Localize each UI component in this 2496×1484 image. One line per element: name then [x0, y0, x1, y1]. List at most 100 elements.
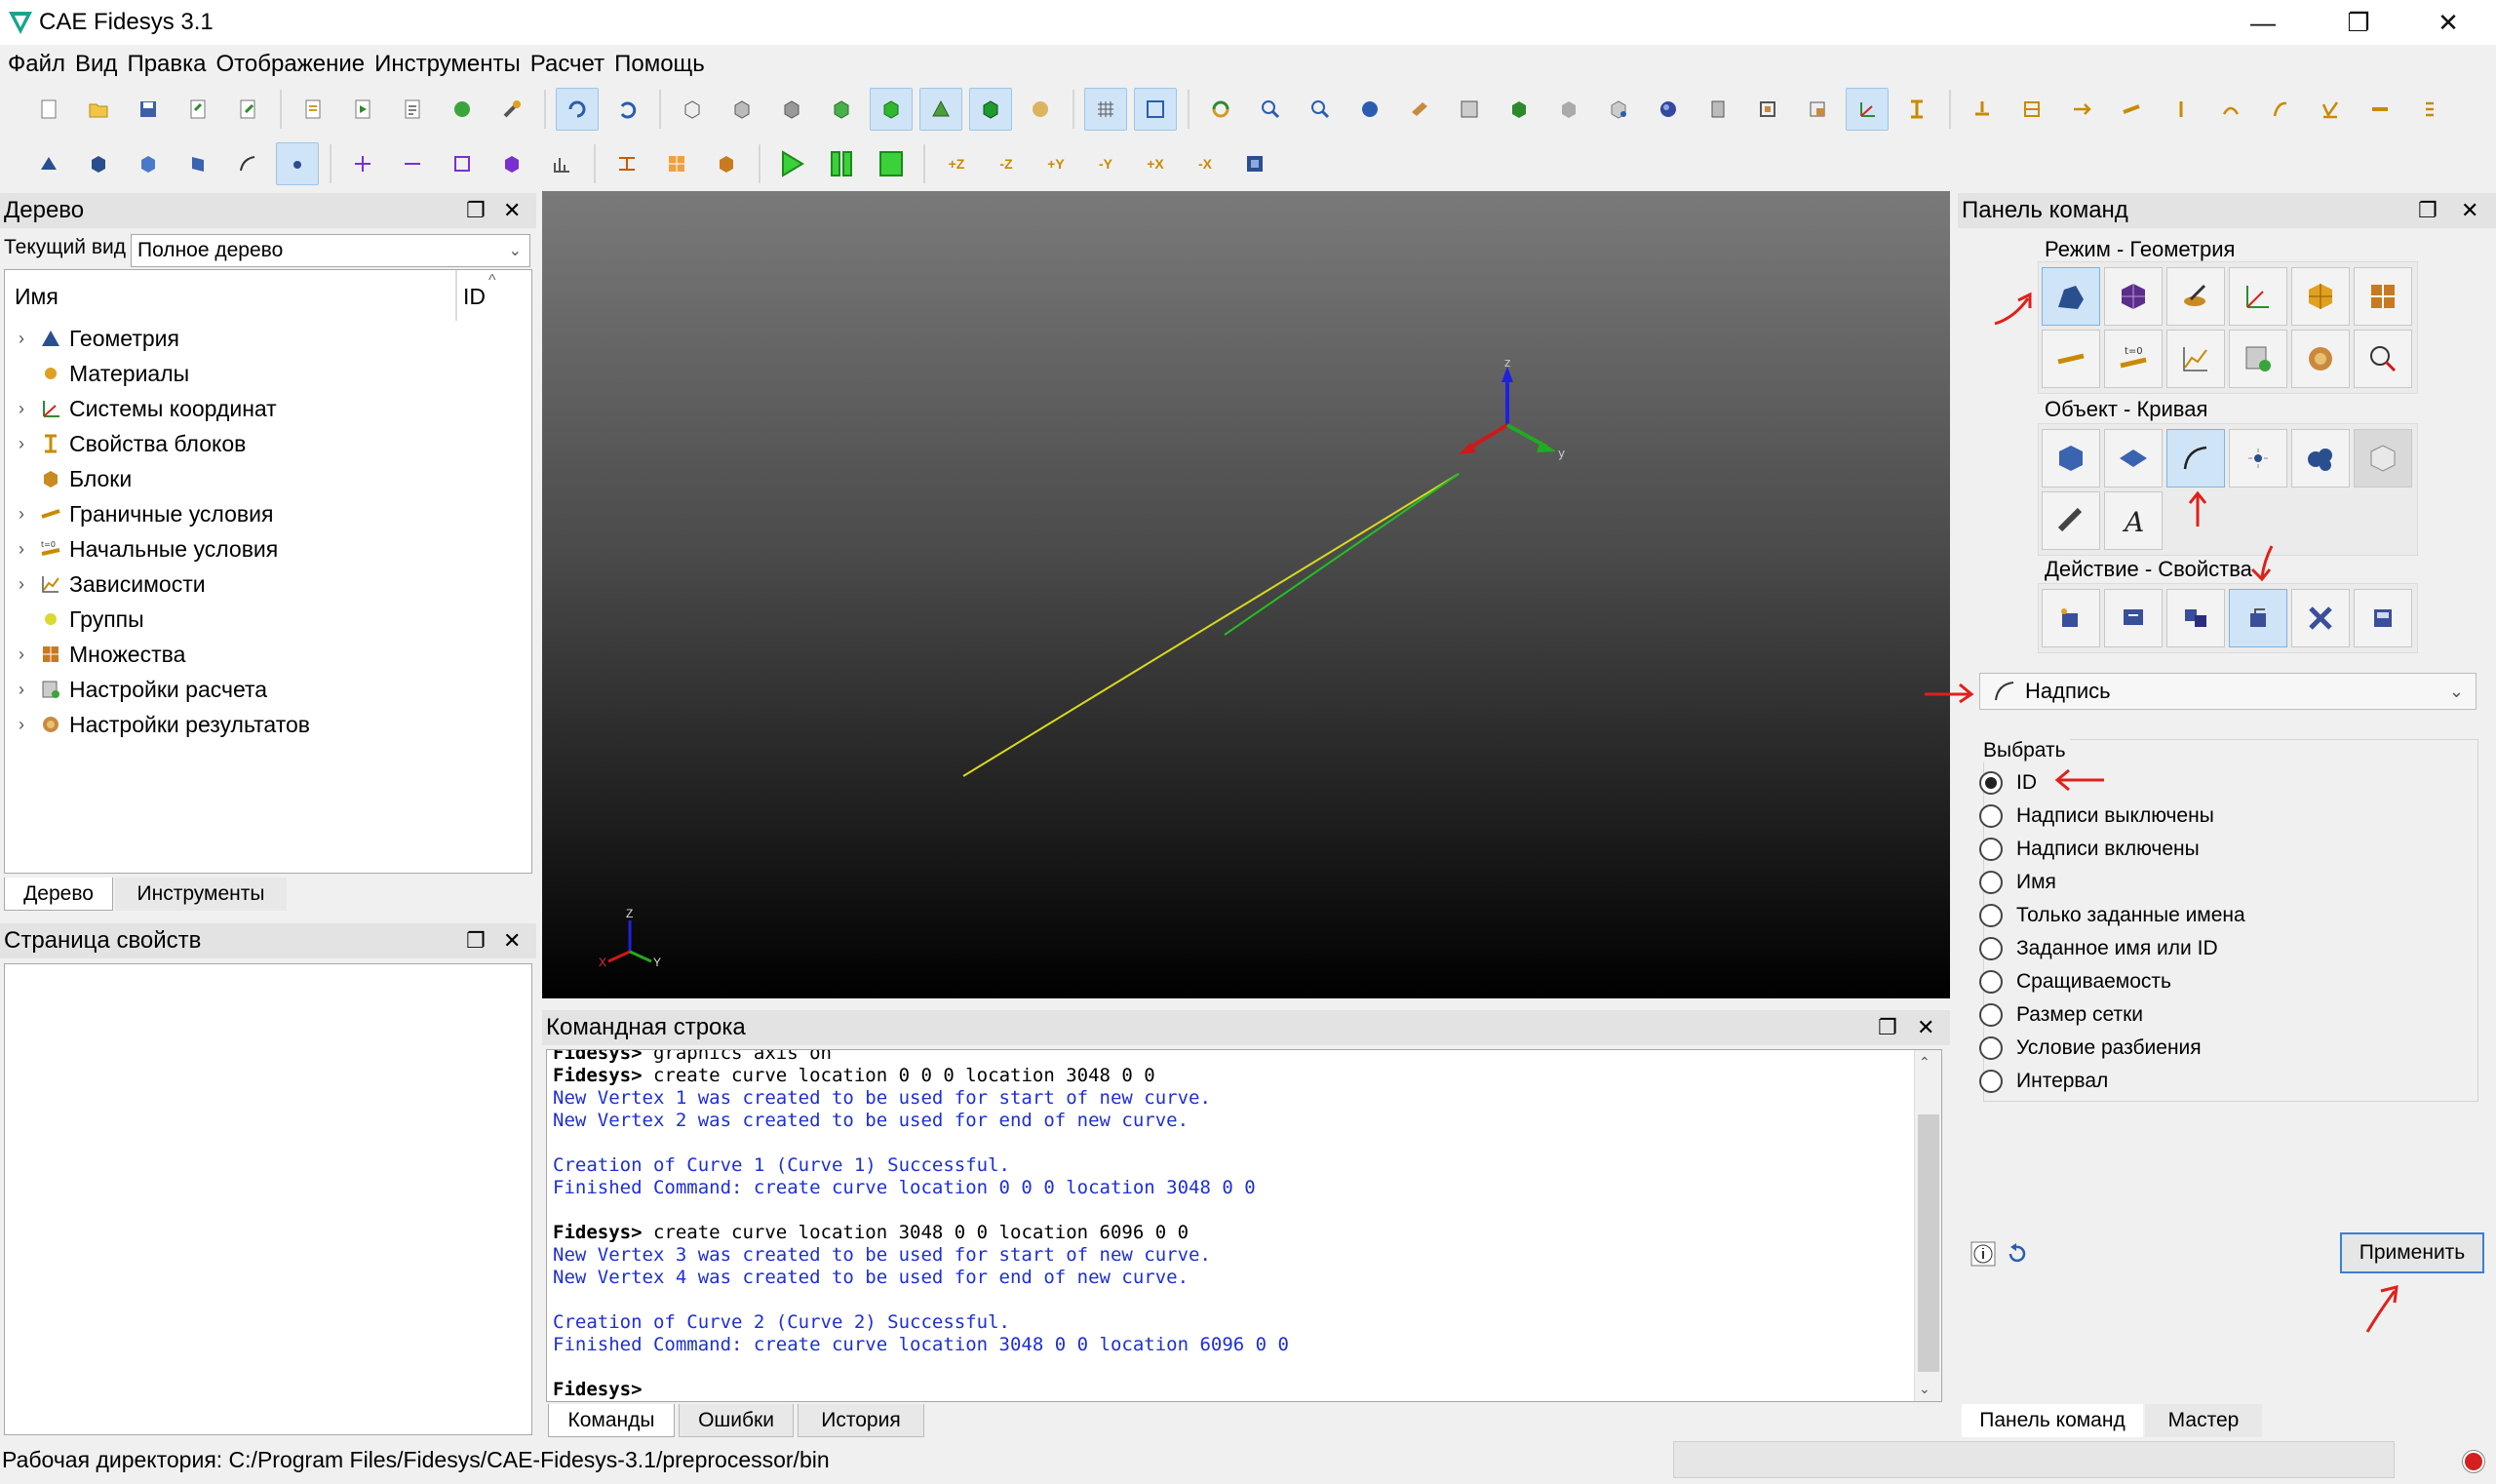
tab-tree[interactable]: Дерево: [4, 878, 113, 911]
export-button[interactable]: [226, 88, 269, 131]
undo-view-button[interactable]: [605, 88, 648, 131]
results-view-button[interactable]: [1647, 88, 1690, 131]
radio-button[interactable]: [1979, 1070, 2003, 1093]
mesh-button[interactable]: [705, 142, 748, 185]
close-button[interactable]: ✕: [2414, 0, 2482, 45]
mesh-scheme-button[interactable]: [655, 142, 698, 185]
view-plus-z-button[interactable]: +Z: [935, 142, 978, 185]
radio-labels-on[interactable]: Надписи включены: [1979, 833, 2200, 866]
menu-view[interactable]: Вид: [75, 51, 127, 78]
apply-button[interactable]: Применить: [2340, 1232, 2484, 1273]
axis-button[interactable]: [1846, 88, 1889, 131]
node-view-button[interactable]: [1597, 88, 1640, 131]
radio-mesh-size[interactable]: Размер сетки: [1979, 998, 2143, 1032]
scroll-up-icon[interactable]: ⌃: [1919, 1054, 1930, 1071]
pause-button[interactable]: [820, 142, 863, 185]
menu-edit[interactable]: Правка: [127, 51, 215, 78]
console-scrollbar[interactable]: ⌃ ⌄: [1914, 1050, 1941, 1401]
menu-help[interactable]: Помощь: [614, 51, 715, 78]
bc-heat-flux-button[interactable]: [2259, 88, 2302, 131]
vertex-button[interactable]: [276, 142, 319, 185]
command-panel-float-button[interactable]: ❐: [2418, 193, 2438, 228]
tree-item-analysis-settings[interactable]: › Настройки расчета: [19, 672, 267, 707]
mode-mesh-button[interactable]: [2104, 267, 2163, 326]
expand-arrow-icon[interactable]: ›: [19, 329, 40, 349]
action-delete-button[interactable]: [2291, 589, 2350, 647]
minimize-button[interactable]: —: [2229, 0, 2297, 45]
bc-temperature-button[interactable]: [2209, 88, 2252, 131]
radio-button[interactable]: [1979, 904, 2003, 927]
tree-close-button[interactable]: ✕: [503, 193, 521, 228]
mode-material-button[interactable]: [2166, 267, 2225, 326]
script-button[interactable]: [292, 88, 334, 131]
tree-item-dependencies[interactable]: › Зависимости: [19, 566, 206, 602]
radio-button[interactable]: [1979, 871, 2003, 894]
tree-item-initial-conditions[interactable]: › t=0 Начальные условия: [19, 531, 278, 566]
action-properties-button[interactable]: [2229, 589, 2287, 647]
bar-chart-button[interactable]: [540, 142, 583, 185]
run-button[interactable]: [770, 142, 813, 185]
action-modify-button[interactable]: [2104, 589, 2163, 647]
play-script-button[interactable]: [341, 88, 384, 131]
hidden-line-button[interactable]: [919, 88, 962, 131]
tree-item-sets[interactable]: › Множества: [19, 637, 185, 672]
reset-icon[interactable]: [2003, 1240, 2030, 1268]
mesh-size-button[interactable]: [605, 142, 648, 185]
curve-2[interactable]: [962, 473, 1460, 777]
command-panel-close-button[interactable]: ✕: [2461, 193, 2478, 228]
radio-button[interactable]: [1979, 838, 2003, 861]
console-output[interactable]: Fidesys> graphics axis on Fidesys> create…: [546, 1049, 1942, 1402]
radio-name[interactable]: Имя: [1979, 866, 2056, 899]
view-minus-z-button[interactable]: -Z: [985, 142, 1028, 185]
volume-button[interactable]: [77, 142, 120, 185]
graphics-viewport[interactable]: z y Z Y X: [542, 191, 1950, 998]
menu-tools[interactable]: Инструменты: [374, 51, 530, 78]
info-icon[interactable]: [1970, 1240, 1997, 1268]
brick-button[interactable]: [490, 142, 533, 185]
surface-button[interactable]: [127, 142, 170, 185]
radio-button[interactable]: [1979, 804, 2003, 828]
expand-arrow-icon[interactable]: ›: [19, 644, 40, 665]
tree-item-groups[interactable]: Группы: [19, 602, 144, 637]
mode-geometry-button[interactable]: [2042, 267, 2100, 326]
radio-interval[interactable]: Интервал: [1979, 1065, 2108, 1098]
probe-button[interactable]: [1895, 88, 1938, 131]
properties-close-button[interactable]: ✕: [503, 923, 521, 958]
radio-button[interactable]: [1979, 937, 2003, 960]
scroll-down-icon[interactable]: ⌄: [1919, 1381, 1930, 1397]
expand-arrow-icon[interactable]: ›: [19, 399, 40, 419]
console-close-button[interactable]: ✕: [1917, 1010, 1934, 1045]
view-box-button[interactable]: [1233, 142, 1276, 185]
menu-calculation[interactable]: Расчет: [530, 51, 614, 78]
surface-view-button[interactable]: [1448, 88, 1491, 131]
object-volume-button[interactable]: [2042, 429, 2100, 488]
bc-fix-button[interactable]: [1961, 88, 2004, 131]
shaded-view-button[interactable]: [870, 88, 913, 131]
action-transform-button[interactable]: [2166, 589, 2225, 647]
bc-contact-button[interactable]: [2359, 88, 2401, 131]
face-button[interactable]: [176, 142, 219, 185]
console-float-button[interactable]: ❐: [1878, 1010, 1897, 1045]
view-back-button[interactable]: [770, 88, 813, 131]
object-group-button[interactable]: [2291, 429, 2350, 488]
radio-labels-off[interactable]: Надписи выключены: [1979, 800, 2214, 833]
bc-pressure-button[interactable]: [2110, 88, 2153, 131]
bc-displacement-button[interactable]: [2010, 88, 2053, 131]
bc-gravity-button[interactable]: [2408, 88, 2451, 131]
tree-view-select[interactable]: Полное дерево ⌄: [131, 234, 530, 267]
tab-commands[interactable]: Команды: [548, 1404, 675, 1437]
bc-force-button[interactable]: [2060, 88, 2103, 131]
mode-blocks-button[interactable]: [2291, 267, 2350, 326]
menu-file[interactable]: Файл: [8, 51, 75, 78]
radio-button[interactable]: [1979, 1036, 2003, 1060]
object-measure-button[interactable]: [2042, 491, 2100, 550]
stop-button[interactable]: [870, 142, 913, 185]
mode-sets-button[interactable]: [2354, 267, 2412, 326]
object-vertex-button[interactable]: [2229, 429, 2287, 488]
radio-button[interactable]: [1979, 771, 2003, 795]
zoom-out-button[interactable]: [1299, 88, 1342, 131]
object-curve-button[interactable]: [2166, 429, 2225, 488]
view-iso-button[interactable]: [671, 88, 714, 131]
radio-mergeability[interactable]: Сращиваемость: [1979, 965, 2171, 998]
tree-float-button[interactable]: ❐: [466, 193, 486, 228]
